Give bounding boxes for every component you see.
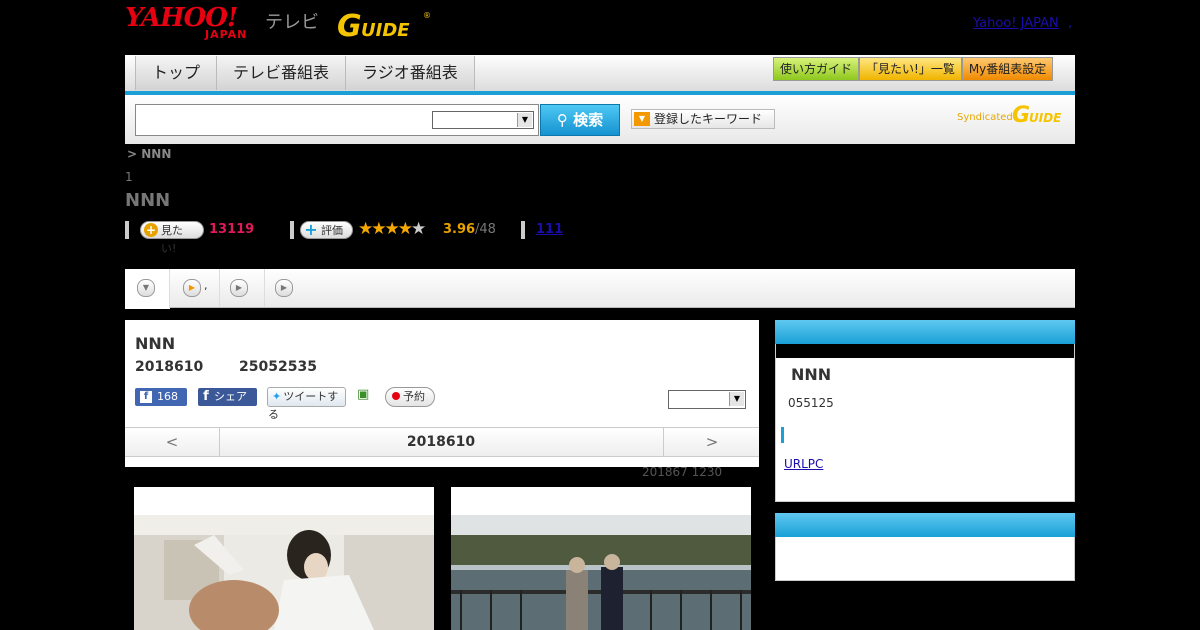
sidebar-second-panel-header	[775, 513, 1075, 537]
tab-overview[interactable]: ▼	[125, 269, 170, 309]
star-filled-icon: ★	[371, 219, 386, 239]
review-count-link[interactable]: 111	[536, 222, 563, 237]
my-listings-settings-button[interactable]: My番組表設定	[961, 57, 1054, 81]
svg-text:UIDE: UIDE	[1029, 111, 1062, 125]
sidebar-section-marker	[781, 427, 784, 443]
page-title: NNN	[125, 190, 171, 211]
tv-label: テレビ	[265, 12, 319, 33]
broadcast-date: 2018610	[135, 359, 204, 375]
star-filled-icon: ★	[358, 219, 373, 239]
rating-count: /48	[475, 222, 496, 237]
tab-cast[interactable]: ▶	[220, 269, 265, 307]
search-category-select[interactable]: ▼	[432, 111, 534, 129]
facebook-icon: f	[203, 389, 209, 404]
star-filled-icon: ★	[384, 219, 400, 239]
main-nav-tabs: トップ テレビ番組表 ラジオ番組表	[135, 55, 475, 91]
pager-prev-button[interactable]: <	[125, 428, 220, 456]
sidebar-panel-header	[775, 320, 1075, 344]
tab-episodes-label: ,	[204, 279, 208, 292]
share-target-select[interactable]: ▼	[668, 390, 746, 409]
registered-keywords-label: 登録したキーワード	[654, 112, 763, 126]
chevron-down-icon: ▼	[137, 279, 155, 297]
nav-utility-buttons: 使い方ガイド 「見たい!」一覧 My番組表設定	[773, 57, 1054, 81]
sidebar-panel-subheader	[776, 344, 1074, 358]
tweet-button[interactable]: ✦ ツイートする	[267, 387, 346, 421]
want-count: 13119	[209, 222, 255, 237]
stat-divider	[125, 221, 129, 239]
rate-button[interactable]: + 評価	[300, 221, 353, 239]
riverside-scene-image	[451, 515, 751, 630]
svg-text:G: G	[337, 9, 362, 42]
want-list-button[interactable]: 「見たい!」一覧	[859, 57, 962, 81]
play-icon: ▶	[183, 279, 201, 297]
breadcrumb[interactable]: > NNN	[127, 147, 171, 161]
facebook-share-button[interactable]: f シェア	[198, 388, 257, 406]
last-updated: 201867 1230	[642, 465, 723, 479]
record-reserve-button[interactable]: 予約	[385, 387, 435, 407]
yahoo-japan-link[interactable]: Yahoo! JAPAN	[973, 16, 1059, 31]
star-filled-icon: ★	[397, 219, 413, 239]
pager-current-date: 2018610	[406, 434, 476, 450]
add-to-clip-icon[interactable]: ▣	[357, 387, 373, 403]
pager-next-button[interactable]: >	[663, 428, 760, 456]
broadcast-time: 25052535	[239, 359, 317, 375]
sidebar-url-link[interactable]: URLPC	[784, 457, 823, 471]
gguide-small-logo: G UIDE	[1012, 103, 1062, 126]
search-icon: ⚲	[556, 111, 568, 129]
tab-episodes[interactable]: ▶ ,	[170, 269, 220, 307]
rate-label: 評価	[321, 224, 343, 237]
search-button-label: 検索	[573, 111, 604, 129]
twitter-bird-icon: ✦	[272, 390, 282, 403]
reserve-label: 予約	[403, 390, 425, 403]
star-empty-icon: ★	[411, 219, 426, 239]
header-separator: ,	[1068, 16, 1073, 31]
gguide-logo[interactable]: G UIDE ®	[335, 8, 435, 42]
program-thumbnail-riverside[interactable]	[451, 487, 751, 630]
facebook-share-label: シェア	[214, 390, 247, 403]
play-icon: ▶	[275, 279, 293, 297]
nav-tab-radio-listings[interactable]: ラジオ番組表	[345, 56, 475, 90]
chevron-down-icon: ▼	[729, 392, 744, 406]
nav-tab-top[interactable]: トップ	[135, 56, 217, 90]
chevron-down-icon: ▼	[517, 113, 532, 127]
stat-divider	[290, 221, 294, 239]
dropdown-arrow-icon: ▼	[634, 112, 650, 126]
play-icon: ▶	[230, 279, 248, 297]
facebook-icon: f	[140, 391, 152, 403]
record-dot-icon	[392, 392, 400, 400]
plus-icon: +	[144, 223, 158, 237]
syndicated-label: Syndicated	[957, 112, 1013, 123]
sidebar-program-title: NNN	[791, 365, 832, 384]
card-title: NNN	[135, 334, 176, 353]
facebook-like-button[interactable]: f 168	[135, 388, 187, 406]
want-to-watch-label: 見たい!	[161, 224, 183, 255]
stat-divider	[521, 221, 525, 239]
yahoo-japan-wordmark: JAPAN	[205, 28, 248, 41]
svg-text:G: G	[1012, 103, 1030, 126]
want-to-watch-button[interactable]: + 見たい!	[140, 221, 204, 255]
search-button[interactable]: ⚲ 検索	[540, 104, 620, 136]
episode-number: 1	[125, 170, 133, 184]
tab-reviews[interactable]: ▶	[265, 269, 309, 307]
registered-keywords-button[interactable]: ▼ 登録したキーワード	[631, 109, 775, 129]
svg-text:UIDE: UIDE	[361, 20, 410, 41]
facebook-like-count: 168	[157, 390, 178, 403]
nav-tab-tv-listings[interactable]: テレビ番組表	[216, 56, 346, 90]
rating-stars: ★★★★★	[358, 219, 426, 239]
program-thumbnail-clinic[interactable]	[134, 487, 434, 630]
svg-text:®: ®	[423, 11, 431, 20]
clinic-scene-image	[134, 515, 434, 630]
rating-value: 3.96	[443, 222, 476, 237]
sidebar-program-time: 055125	[788, 396, 834, 410]
usage-guide-button[interactable]: 使い方ガイド	[773, 57, 860, 81]
plus-icon: +	[304, 220, 318, 239]
